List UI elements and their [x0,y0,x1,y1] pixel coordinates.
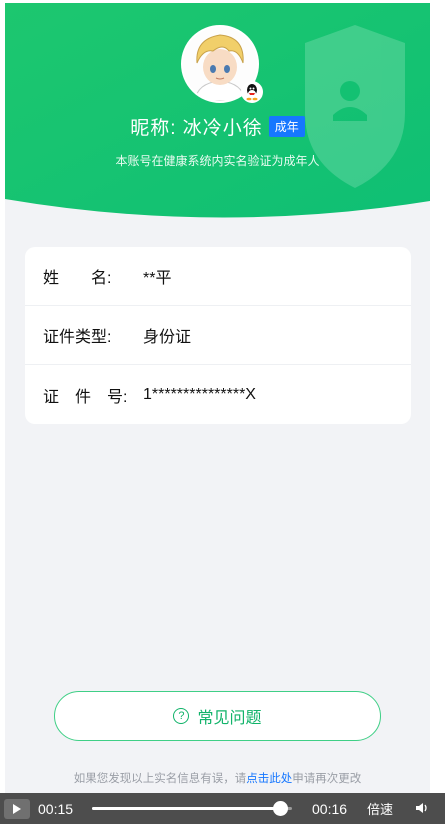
current-time: 00:15 [38,800,74,817]
realname-info-page: 昵称: 冰冷小徐 成年 本账号在健康系统内实名验证为成年人 姓 名: **平 证… [5,3,430,793]
play-icon [13,803,21,814]
user-avatar [181,25,263,103]
verification-note: 本账号在健康系统内实名验证为成年人 [115,154,320,168]
identity-card: 姓 名: **平 证件类型: 身份证 证 件 号: 1*************… [25,247,411,424]
id-type-row: 证件类型: 身份证 [25,306,411,365]
progress-knob[interactable] [273,801,288,816]
correction-note: 如果您发现以上实名信息有误，请点击此处申请再次更改 [5,770,430,786]
profile-header: 昵称: 冰冷小徐 成年 本账号在健康系统内实名验证为成年人 [5,3,430,221]
id-type-value: 身份证 [143,329,192,346]
speed-button[interactable]: 倍速 [367,799,393,818]
id-number-label: 证 件 号: [43,388,128,406]
faq-button[interactable]: ? 常见问题 [54,691,381,741]
id-number-row: 证 件 号: 1***************X [25,365,411,424]
adult-badge: 成年 [268,116,305,137]
name-row: 姓 名: **平 [25,247,411,306]
correction-note-prefix: 如果您发现以上实名信息有误，请 [73,773,247,785]
volume-icon[interactable] [415,801,429,817]
video-player-controls: 00:15 00:16 倍速 [0,793,445,824]
id-number-value: 1***************X [143,385,256,403]
qq-penguin-icon [241,81,263,103]
progress-fill [92,807,280,810]
correction-note-suffix: 申请再次更改 [292,773,362,785]
total-time: 00:16 [312,800,348,817]
nickname: 昵称: 冰冷小徐 [130,118,263,139]
faq-label: 常见问题 [197,710,262,727]
play-button[interactable] [4,798,30,819]
nickname-row: 昵称: 冰冷小徐 成年 [5,113,430,140]
question-circle-icon: ? [173,708,190,724]
name-value: **平 [143,270,172,287]
correction-link[interactable]: 点击此处 [246,773,292,785]
id-type-label: 证件类型: [43,329,112,346]
name-label: 姓 名: [43,270,112,287]
progress-slider[interactable] [92,801,292,816]
